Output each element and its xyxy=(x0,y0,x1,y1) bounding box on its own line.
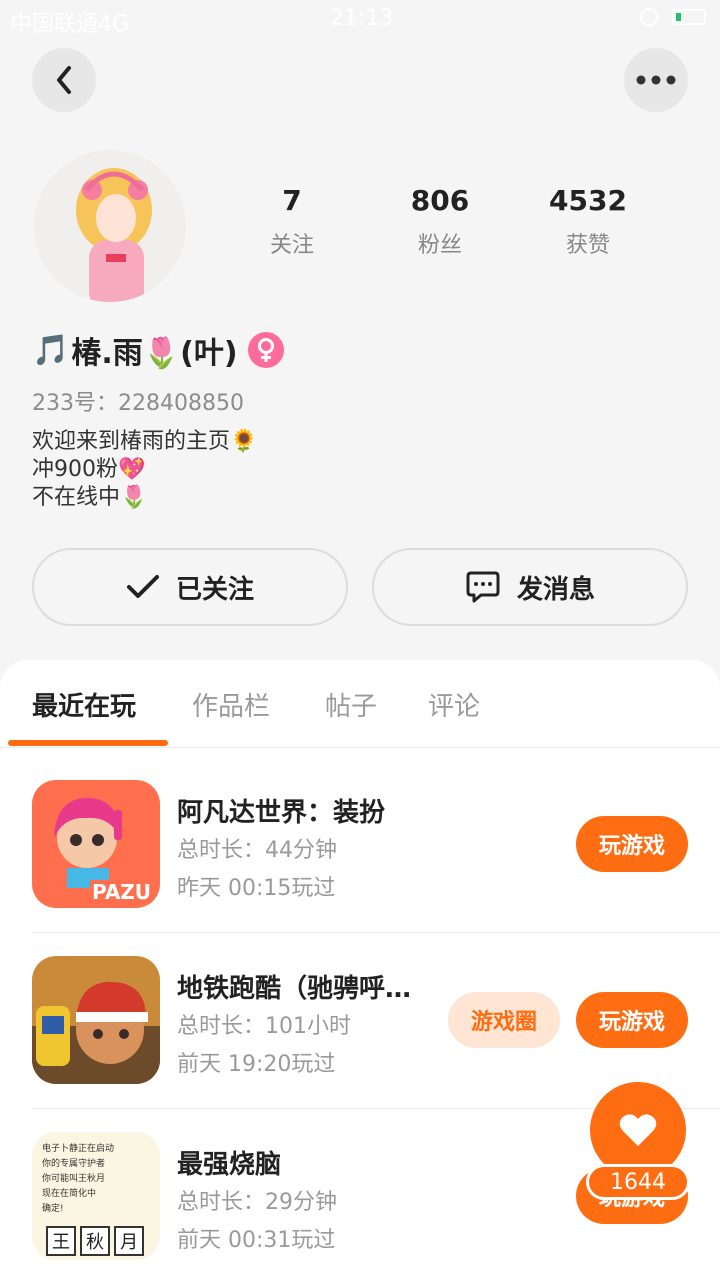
game-circle-button[interactable]: 游戏圈 xyxy=(448,992,560,1048)
followed-button[interactable]: 已关注 xyxy=(32,548,348,626)
more-dots-icon xyxy=(636,75,676,85)
icon-text-line: 电子卜静正在启动 xyxy=(42,1144,115,1154)
active-tab-indicator xyxy=(8,740,168,746)
tab-recently-played[interactable]: 最近在玩 xyxy=(32,686,136,723)
profile-tabs: 最近在玩 作品栏 帖子 评论 xyxy=(0,686,720,746)
game-icon-label: PAZU xyxy=(92,880,152,904)
stat-label: 粉丝 xyxy=(417,233,462,258)
username: 🎵 椿.雨🌷(叶) xyxy=(32,328,284,372)
send-message-button[interactable]: 发消息 xyxy=(372,548,688,626)
icon-char-tile: 月 xyxy=(114,1226,144,1256)
tab-divider xyxy=(0,747,720,748)
send-message-label: 发消息 xyxy=(516,574,595,605)
battery-icon xyxy=(672,9,706,25)
stat-following[interactable]: 7 关注 xyxy=(222,184,362,259)
user-id: 233号：228408850 xyxy=(32,391,244,416)
game-title: 最强烧脑 xyxy=(177,1150,282,1180)
status-time: 21:13 xyxy=(330,6,394,31)
stat-value: 806 xyxy=(410,184,470,217)
bio: 欢迎来到椿雨的主页🌻 冲900粉💖 不在线中🌷 xyxy=(32,428,257,512)
game-last-played: 前天 19:20玩过 xyxy=(177,1052,336,1077)
heart-icon xyxy=(619,1114,657,1146)
stat-likes[interactable]: 4532 获赞 xyxy=(518,184,658,259)
check-icon xyxy=(126,575,159,598)
icon-char-tile: 秋 xyxy=(80,1226,110,1256)
play-game-button[interactable]: 玩游戏 xyxy=(576,816,688,872)
stat-label: 关注 xyxy=(269,233,314,258)
list-item[interactable]: PAZU 阿凡达世界：装扮 总时长：44分钟 昨天 00:15玩过 玩游戏 xyxy=(0,756,720,932)
stat-value: 4532 xyxy=(549,184,627,217)
icon-text-line: 你的专属守护者 xyxy=(42,1159,106,1169)
tab-works[interactable]: 作品栏 xyxy=(192,686,270,723)
tab-posts[interactable]: 帖子 xyxy=(325,686,377,723)
bio-line: 不在线中🌷 xyxy=(32,485,148,510)
game-duration: 总时长：44分钟 xyxy=(177,838,337,863)
bio-line: 欢迎来到椿雨的主页🌻 xyxy=(32,429,258,454)
username-prefix: 🎵 xyxy=(32,332,70,368)
game-icon-avatar-world[interactable]: PAZU xyxy=(32,780,160,908)
alarm-icon xyxy=(640,8,658,26)
game-title: 地铁跑酷（驰骋呼… xyxy=(177,974,412,1004)
icon-text-line: 确定! xyxy=(42,1204,64,1214)
game-icon-brain-teaser[interactable]: 电子卜静正在启动 你的专属守护者 你可能叫王秋月 现在在简化中 确定! 王 秋 … xyxy=(32,1132,160,1260)
stat-label: 获赞 xyxy=(565,233,610,258)
like-count: 1644 xyxy=(586,1164,690,1200)
stat-fans[interactable]: 806 粉丝 xyxy=(370,184,510,259)
back-button[interactable] xyxy=(32,48,96,112)
followed-label: 已关注 xyxy=(175,574,254,605)
status-icons xyxy=(640,8,706,26)
game-icon-subway-surfers[interactable] xyxy=(32,956,160,1084)
profile-stats: 7 关注 806 粉丝 4532 获赞 xyxy=(0,184,720,264)
chevron-left-icon xyxy=(57,66,71,94)
icon-char-tile: 王 xyxy=(46,1226,76,1256)
carrier-label: 中国联通4G xyxy=(10,12,130,37)
play-game-button[interactable]: 玩游戏 xyxy=(576,992,688,1048)
bio-line: 冲900粉💖 xyxy=(32,457,146,482)
game-last-played: 前天 00:31玩过 xyxy=(177,1228,336,1253)
tab-comments[interactable]: 评论 xyxy=(428,686,480,723)
game-duration: 总时长：29分钟 xyxy=(177,1190,337,1215)
icon-text-line: 现在在简化中 xyxy=(42,1189,97,1199)
message-bubble-icon xyxy=(466,571,500,603)
game-last-played: 昨天 00:15玩过 xyxy=(177,876,336,901)
list-item[interactable]: 地铁跑酷（驰骋呼… 总时长：101小时 前天 19:20玩过 游戏圈 玩游戏 xyxy=(0,932,720,1108)
username-text: 椿.雨🌷(叶) xyxy=(71,336,238,371)
game-duration: 总时长：101小时 xyxy=(177,1014,351,1039)
game-title: 阿凡达世界：装扮 xyxy=(177,798,386,828)
stat-value: 7 xyxy=(282,184,302,217)
female-gender-icon xyxy=(247,332,284,368)
icon-text-line: 你可能叫王秋月 xyxy=(42,1174,106,1184)
status-bar: 中国联通4G 21:13 xyxy=(0,0,720,40)
more-button[interactable] xyxy=(624,48,688,112)
